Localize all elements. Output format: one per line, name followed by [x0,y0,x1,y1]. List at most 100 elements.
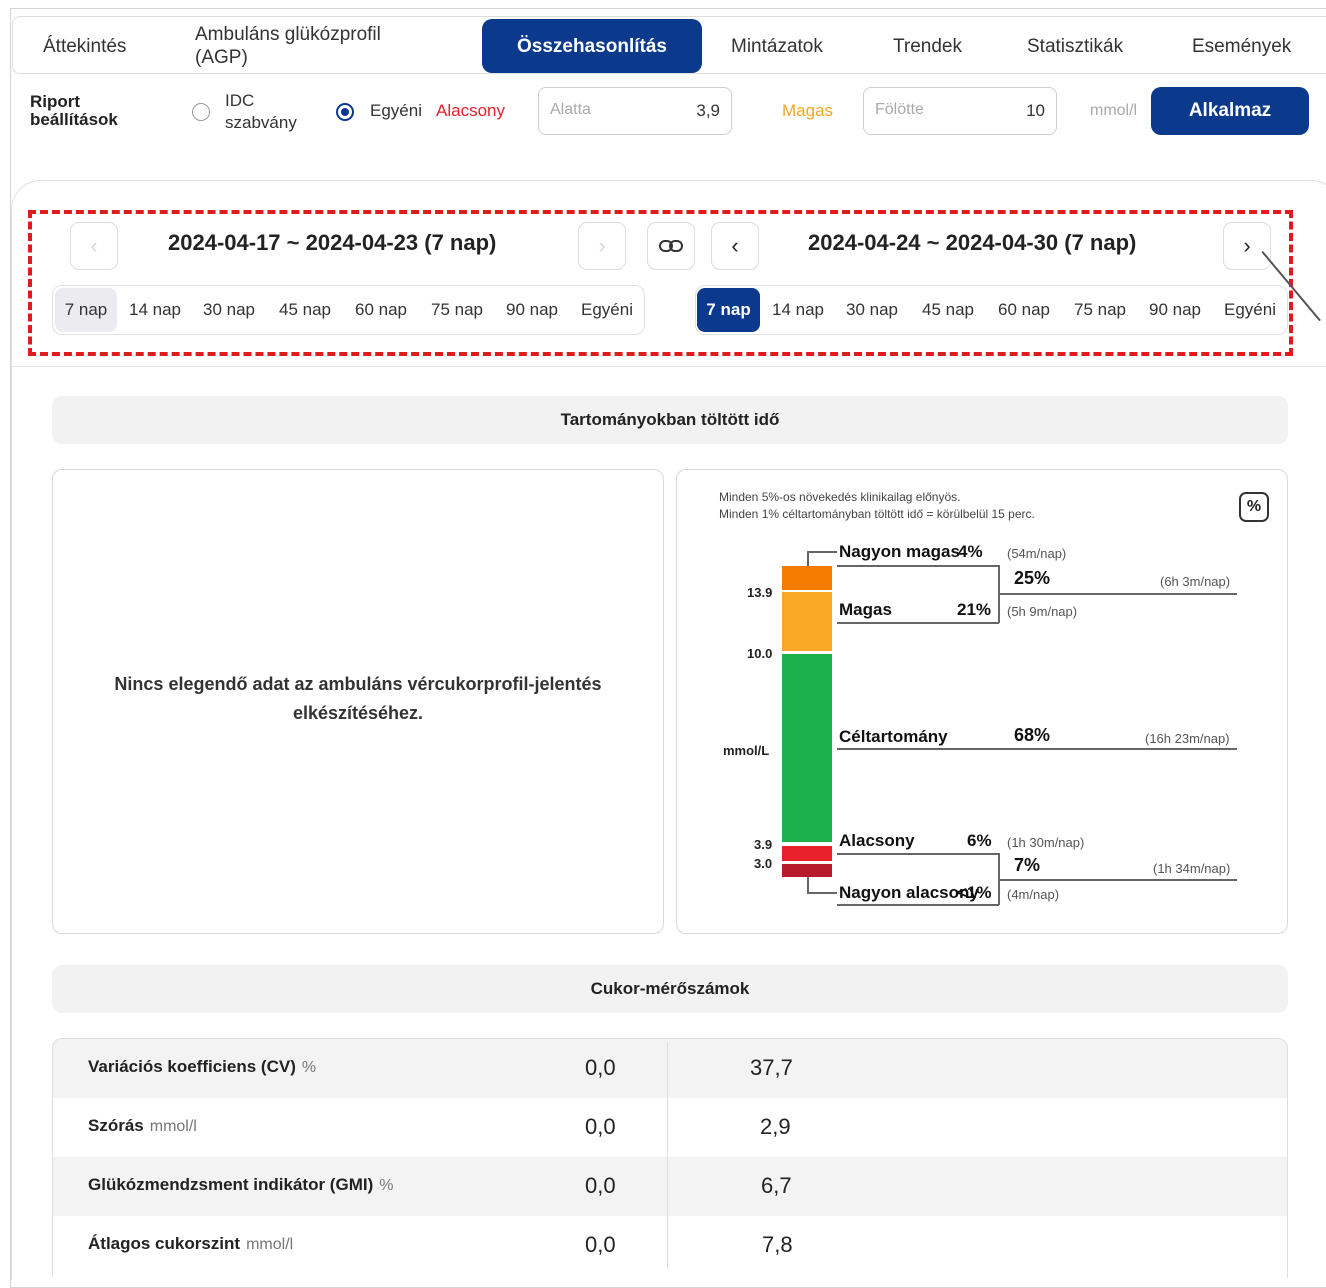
leader [837,565,999,567]
tir-section-title: Tartományokban töltött idő [52,396,1288,444]
no-data-line-2: elkészítéséhez. [292,703,424,723]
percent-icon[interactable]: % [1239,492,1269,522]
custom-label: Egyéni [370,101,422,120]
custom-radio[interactable] [336,103,354,121]
very-high-label: Nagyon magas [839,542,960,561]
metric-value-right: 7,8 [762,1232,793,1257]
tick-13-9: 13.9 [747,585,773,600]
target-label: Céltartomány [839,727,948,746]
very-high-time: (54m/nap) [1007,546,1067,561]
idc-radio[interactable] [192,103,210,121]
leader [999,879,1237,881]
low-threshold-input[interactable]: Alatta 3,9 [538,87,732,135]
tir-panel: Minden 5%-os növekedés klinikailag előny… [676,469,1288,934]
target-time: (16h 23m/nap) [1145,731,1230,746]
bar-high [782,592,832,651]
bar-very-low [782,864,832,877]
axis-unit: mmol/L [723,743,770,758]
no-data-line-1: Nincs elegendő adat az ambuláns vércukor… [114,674,602,694]
low-time: (1h 30m/nap) [1007,835,1085,850]
metric-value-left: 0,0 [585,1173,616,1198]
tab-trends[interactable]: Trendek [893,17,962,75]
leader [807,877,809,893]
metric-value-right: 2,9 [760,1114,791,1139]
metric-label: Átlagos cukorszint [88,1234,241,1253]
metric-value-right: 37,7 [750,1055,793,1080]
table-row: Átlagos cukorszint mmol/l 0,0 7,8 [53,1216,1287,1275]
metric-name: Glükózmendzsment indikátor (GMI)% [88,1175,393,1195]
high-pct: 21% [957,600,992,619]
low-placeholder: Alatta [550,101,591,118]
metric-unit: mmol/l [149,1118,197,1135]
low-total-time: (1h 34m/nap) [1153,861,1231,876]
very-high-pct: 4% [958,542,983,561]
idc-label: IDC szabvány [225,91,297,132]
low-total-pct: 7% [1014,855,1041,875]
tick-3-0: 3.0 [754,856,773,871]
divider [11,366,1326,367]
metric-value-left: 0,0 [585,1232,616,1257]
metric-unit: % [379,1177,394,1194]
column-divider [667,1042,668,1269]
metric-value-left: 0,0 [585,1055,616,1080]
leader [999,593,1237,595]
unit-label: mmol/l [1090,102,1138,119]
metric-unit: % [301,1059,317,1076]
tab-comparison[interactable]: Összehasonlítás [482,19,702,73]
high-threshold-input[interactable]: Fölötte 10 [863,87,1057,135]
tab-overview[interactable]: Áttekintés [43,17,126,75]
high-total-time: (6h 3m/nap) [1160,574,1231,589]
tir-note-1: Minden 5%-os növekedés klinikailag előny… [719,490,961,504]
tab-bar: Áttekintés Ambuláns glükózprofil (AGP) Ö… [12,16,1326,74]
metric-unit: mmol/l [246,1236,294,1253]
tab-patterns[interactable]: Mintázatok [731,17,823,75]
high-label: Magas [839,600,892,619]
leader [807,551,837,553]
tab-agp[interactable]: Ambuláns glükózprofil (AGP) [195,17,435,75]
metric-name: Szórás mmol/l [88,1116,197,1136]
leader [837,904,999,906]
very-low-pct: <1% [957,883,992,902]
low-label: Alacsony [839,831,915,850]
leader [837,748,1237,750]
metric-name: Átlagos cukorszint mmol/l [88,1234,293,1254]
table-row: Glükózmendzsment indikátor (GMI)% 0,0 6,… [53,1157,1287,1216]
metric-label: Szórás [88,1116,144,1135]
settings-title: Riport beállítások [30,92,118,129]
bar-low [782,846,832,861]
metric-value-right: 6,7 [761,1173,792,1198]
no-data-message: Nincs elegendő adat az ambuláns vércukor… [53,670,663,728]
tab-events[interactable]: Események [1192,17,1291,75]
tab-statistics[interactable]: Statisztikák [1027,17,1123,75]
leader [837,853,999,855]
highlight-box [28,210,1293,356]
metrics-section-title: Cukor-mérőszámok [52,965,1288,1013]
leader [807,551,809,566]
low-pct: 6% [967,831,992,850]
high-value: 10 [1026,101,1045,120]
low-value: 3,9 [696,101,720,120]
high-total-pct: 25% [1014,568,1051,588]
target-pct: 68% [1014,725,1051,745]
leader [837,622,999,624]
metric-value-left: 0,0 [585,1114,616,1139]
apply-button[interactable]: Alkalmaz [1151,87,1309,135]
table-row: Szórás mmol/l 0,0 2,9 [53,1098,1287,1157]
high-threshold-label: Magas [782,101,834,120]
tir-note-2: Minden 1% céltartományban töltött idő = … [719,507,1035,521]
metric-label: Variációs koefficiens (CV) [88,1057,296,1076]
tick-3-9: 3.9 [754,837,773,852]
metric-name: Variációs koefficiens (CV)% [88,1057,316,1077]
agp-panel: Nincs elegendő adat az ambuláns vércukor… [52,469,664,934]
low-threshold-label: Alacsony [436,101,505,120]
bar-target [782,654,832,842]
tick-10-0: 10.0 [747,646,773,661]
high-placeholder: Fölötte [875,101,924,118]
metrics-table: Variációs koefficiens (CV)% 0,0 37,7 Szó… [52,1038,1288,1278]
high-time: (5h 9m/nap) [1007,604,1078,619]
bar-very-high [782,566,832,590]
leader [807,892,837,894]
metric-label: Glükózmendzsment indikátor (GMI) [88,1175,374,1194]
report-settings: Riport beállítások IDC szabvány Egyéni A… [0,80,1326,150]
table-row: Variációs koefficiens (CV)% 0,0 37,7 [53,1039,1287,1098]
